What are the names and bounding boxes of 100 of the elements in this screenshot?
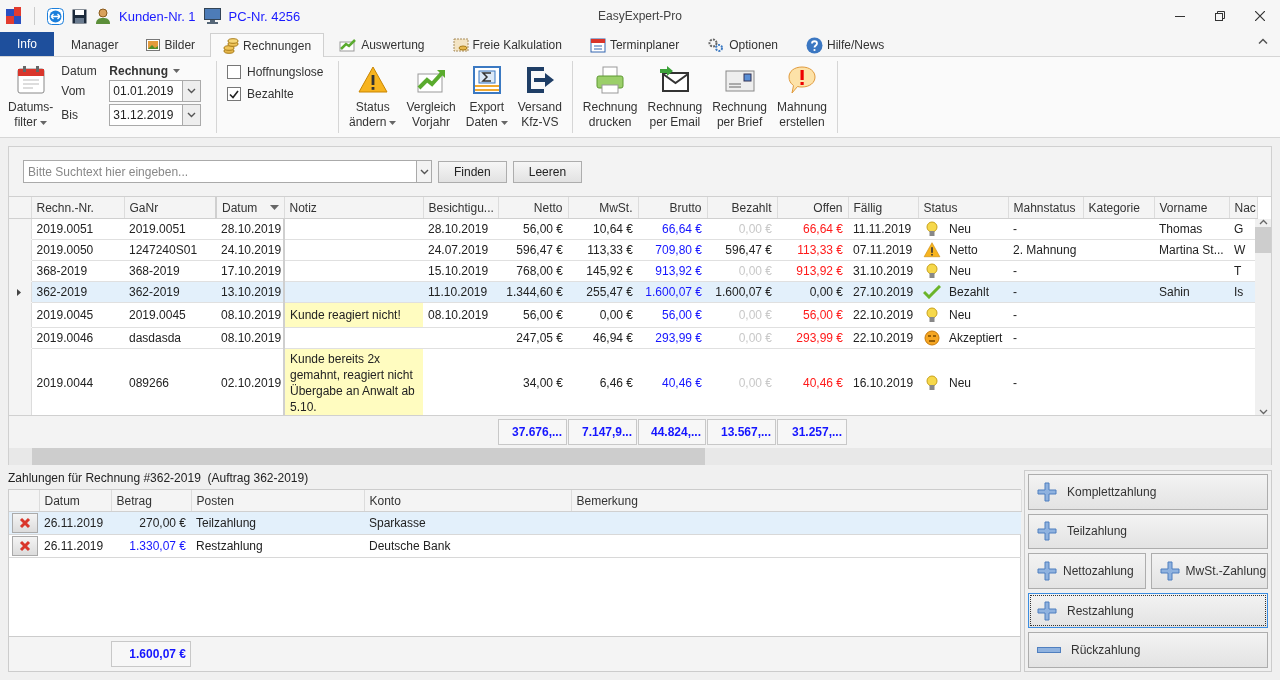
dropdown-button[interactable] — [182, 104, 202, 126]
checkmark-icon — [923, 285, 941, 299]
table-cell: Teilzahlung — [196, 516, 257, 530]
payment-action-button[interactable]: Teilzahlung — [1028, 513, 1268, 550]
toolbar-button[interactable]: Rechnung per Brief — [708, 64, 771, 130]
scrollbar-thumb[interactable] — [32, 448, 705, 465]
total-value: 31.257,... — [777, 419, 847, 445]
column-header[interactable]: Notiz — [289, 200, 317, 215]
dropdown-button[interactable] — [416, 160, 432, 183]
pc-link[interactable]: PC-Nr. 4256 — [228, 8, 301, 24]
status-label: Neu — [949, 376, 971, 390]
table-cell: 11.10.2019 — [428, 285, 488, 299]
delete-icon — [19, 517, 31, 529]
table-cell: 2019.0051 — [129, 222, 186, 236]
delete-button[interactable] — [12, 536, 38, 556]
delete-button[interactable] — [12, 513, 38, 533]
table-cell: 02.10.2019 — [221, 376, 282, 390]
tab[interactable]: Freie Kalkulation — [439, 33, 575, 56]
search-action-button[interactable]: Finden — [438, 160, 507, 183]
tab[interactable]: Terminplaner — [576, 33, 693, 56]
tab[interactable]: Manager — [58, 33, 132, 56]
checkbox[interactable] — [227, 87, 241, 101]
printer-icon — [594, 64, 627, 96]
date-filter-button[interactable]: Datums- filter — [4, 64, 58, 130]
table-cell: Sahin — [1159, 285, 1190, 299]
table-cell: 46,94 € — [592, 331, 633, 345]
table-cell: 56,00 € — [522, 308, 563, 322]
toolbar-button[interactable]: Vergleich Vorjahr — [402, 64, 460, 130]
emoticon-icon — [923, 330, 941, 346]
chevron-icon — [187, 112, 197, 118]
toolbar-button[interactable]: Rechnung drucken — [578, 64, 642, 130]
column-header[interactable]: Posten — [196, 493, 234, 508]
tab[interactable]: Auswertung — [326, 33, 438, 56]
search-action-button[interactable]: Leeren — [512, 160, 583, 183]
table-cell: 08.10.2019 — [221, 331, 282, 345]
dropdown-button[interactable] — [182, 80, 202, 102]
column-header[interactable]: Konto — [369, 493, 401, 508]
table-cell: 66,64 € — [802, 222, 843, 236]
table-cell: - — [1013, 264, 1017, 278]
table-cell: 26.11.2019 — [44, 516, 104, 530]
save-icon[interactable] — [72, 8, 87, 24]
document-icon — [452, 38, 469, 52]
toolbar-button[interactable]: Mahnung erstellen — [773, 64, 832, 130]
total-value: 1.600,07 € — [111, 641, 191, 667]
table-cell: 66,64 € — [661, 222, 702, 236]
table-cell: Deutsche Bank — [369, 539, 451, 553]
table-cell: 10,64 € — [592, 222, 633, 236]
tab[interactable]: Bilder — [133, 33, 209, 56]
tab[interactable]: Optionen — [694, 33, 791, 56]
table-cell: Sparkasse — [369, 516, 426, 530]
table-row[interactable]: 26.11.2019 1.330,07 € Restzahlung Deutsche Bank — [9, 534, 1021, 558]
tab[interactable]: Hilfe/News — [793, 33, 898, 56]
total-value: 37.676,... — [498, 419, 567, 445]
settings-icon — [707, 37, 726, 53]
table-row[interactable]: 2019.0050 1247240S01 24.10.2019 24.07.2019 596,47 € 113,33 € 709,80 € 596,47 € 113,33 € 07.11.2019 Netto 2. Mahnung Martina St... W — [9, 239, 1257, 261]
table-cell: 368-2019 — [36, 264, 88, 278]
table-row[interactable]: 362-2019 362-2019 13.10.2019 11.10.2019 1.344,60 € 255,47 € 1.600,07 € 1.600,07 € 0,00 € 27.10.2019 Bezahlt - Sahin Is — [9, 281, 1257, 303]
plus-icon — [1037, 481, 1057, 502]
table-row[interactable]: 26.11.2019 270,00 € Teilzahlung Sparkasse — [9, 511, 1021, 535]
table-cell: W — [1234, 243, 1246, 257]
table-cell: 089266 — [129, 376, 170, 390]
table-cell: 2019.0050 — [36, 243, 94, 257]
table-cell: 113,33 € — [587, 243, 633, 257]
table-cell: 596,47 € — [516, 243, 563, 257]
status-label: Neu — [949, 264, 971, 278]
row-pointer-icon — [17, 288, 21, 296]
table-cell: 2019.0046 — [36, 331, 94, 345]
table-cell: 16.10.2019 — [853, 376, 914, 390]
remote-control-icon[interactable] — [47, 7, 64, 25]
toolbar-button[interactable]: Versand Kfz-VS — [513, 64, 566, 130]
checkbox[interactable] — [227, 65, 241, 79]
tab[interactable]: Info — [0, 32, 54, 56]
tab[interactable]: Rechnungen — [210, 33, 325, 57]
payment-action-button[interactable]: Komplettzahlung — [1028, 474, 1268, 510]
column-header[interactable]: Bemerkung — [576, 493, 638, 508]
date-field[interactable]: 01.01.2019 — [109, 80, 183, 102]
caret-icon — [173, 69, 180, 73]
table-cell: 596,47 € — [725, 243, 772, 257]
table-cell: - — [1013, 308, 1017, 322]
table-cell: 17.10.2019 — [221, 264, 282, 278]
date-field[interactable]: 31.12.2019 — [109, 104, 183, 126]
payment-action-button[interactable]: Restzahlung — [1028, 592, 1268, 629]
payment-action-button[interactable]: Nettozahlung — [1028, 553, 1146, 589]
plus-icon — [1159, 561, 1180, 581]
payment-action-button[interactable]: Rückzahlung — [1028, 632, 1268, 668]
scrollbar-thumb[interactable] — [1255, 227, 1271, 253]
table-cell: - — [1013, 331, 1017, 345]
calendar-icon — [589, 37, 606, 53]
customer-link[interactable]: Kunden-Nr. 1 — [119, 8, 196, 24]
plus-icon — [1037, 561, 1057, 581]
toolbar-button[interactable]: Status ändern — [345, 64, 401, 130]
toolbar-button[interactable]: Export Daten — [461, 64, 512, 130]
date-type-dropdown[interactable]: Rechnung — [109, 64, 202, 78]
toolbar-button[interactable]: Rechnung per Email — [643, 64, 707, 130]
search-field[interactable]: Bitte Suchtext hier eingeben... — [23, 160, 416, 183]
chevron-up-icon — [1258, 38, 1268, 44]
caret-icon — [389, 120, 397, 125]
payment-action-button[interactable]: MwSt.-Zahlung — [1150, 553, 1268, 589]
total-value: 13.567,... — [707, 419, 776, 445]
table-cell: 0,00 € — [599, 308, 633, 322]
